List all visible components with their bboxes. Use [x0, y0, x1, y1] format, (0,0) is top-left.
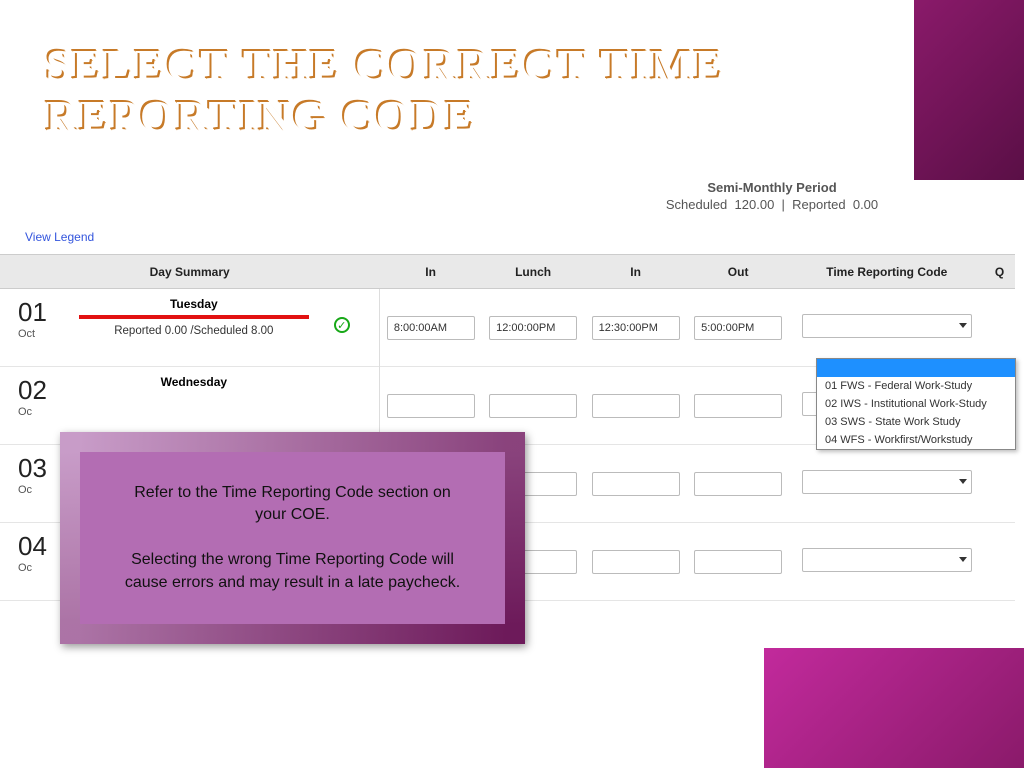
col-lunch: Lunch: [482, 255, 585, 289]
scheduled-value: 120.00: [735, 197, 775, 212]
view-legend-link[interactable]: View Legend: [25, 230, 1024, 244]
slide-decor-bottom: [764, 648, 1024, 768]
day-month: Oct: [18, 328, 58, 340]
out-input[interactable]: [694, 472, 782, 496]
trc-dropdown: 01 FWS - Federal Work-Study 02 IWS - Ins…: [816, 358, 1016, 450]
col-day-summary: Day Summary: [0, 255, 379, 289]
slide-decor-right: [914, 0, 1024, 180]
period-info: Semi-Monthly Period Scheduled 120.00 | R…: [520, 180, 1024, 212]
out-input[interactable]: [694, 316, 782, 340]
out-input[interactable]: [694, 394, 782, 418]
chevron-down-icon: [959, 479, 967, 484]
lunch-input[interactable]: [489, 316, 577, 340]
lunch-input[interactable]: [489, 394, 577, 418]
trc-select[interactable]: [802, 548, 972, 572]
day-number: 01: [18, 297, 58, 328]
col-in2: In: [584, 255, 687, 289]
in1-input[interactable]: [387, 316, 475, 340]
day-month: Oc: [18, 406, 58, 418]
day-cell: 01 Oct Tuesday Reported 0.00 /Scheduled …: [0, 289, 379, 367]
day-number: 03: [18, 453, 58, 484]
callout-text-1: Refer to the Time Reporting Code section…: [122, 482, 463, 527]
callout-box: Refer to the Time Reporting Code section…: [60, 432, 525, 644]
col-trc: Time Reporting Code: [789, 255, 984, 289]
in2-input[interactable]: [592, 472, 680, 496]
reported-value: 0.00: [853, 197, 878, 212]
chevron-down-icon: [959, 323, 967, 328]
day-month: Oc: [18, 484, 58, 496]
col-in1: In: [379, 255, 482, 289]
col-q: Q: [984, 255, 1015, 289]
table-row: 01 Oct Tuesday Reported 0.00 /Scheduled …: [0, 289, 1015, 367]
day-month: Oc: [18, 562, 58, 574]
chevron-down-icon: [959, 557, 967, 562]
dropdown-item[interactable]: 02 IWS - Institutional Work-Study: [817, 395, 1015, 413]
dropdown-selected-blank[interactable]: [817, 359, 1015, 377]
dropdown-item[interactable]: 04 WFS - Workfirst/Workstudy: [817, 431, 1015, 449]
trc-select[interactable]: [802, 470, 972, 494]
day-redbar: [79, 315, 309, 319]
day-reported: Reported 0.00 /Scheduled 8.00: [61, 325, 326, 337]
in1-input[interactable]: [387, 394, 475, 418]
in2-input[interactable]: [592, 550, 680, 574]
reported-label: Reported: [792, 197, 845, 212]
dropdown-item[interactable]: 01 FWS - Federal Work-Study: [817, 377, 1015, 395]
in2-input[interactable]: [592, 394, 680, 418]
callout-text-2: Selecting the wrong Time Reporting Code …: [122, 549, 463, 594]
day-name: Tuesday: [61, 297, 326, 311]
col-out: Out: [687, 255, 790, 289]
scheduled-label: Scheduled: [666, 197, 727, 212]
day-name: Wednesday: [61, 375, 326, 389]
dropdown-item[interactable]: 03 SWS - State Work Study: [817, 413, 1015, 431]
title-line1: SELECT THE CORRECT TIME: [45, 40, 725, 89]
title-line2: REPORTING CODE: [45, 91, 476, 140]
trc-select[interactable]: [802, 314, 972, 338]
out-input[interactable]: [694, 550, 782, 574]
period-title: Semi-Monthly Period: [520, 180, 1024, 195]
slide-title: SELECT THE CORRECT TIME REPORTING CODE: [45, 40, 725, 141]
in2-input[interactable]: [592, 316, 680, 340]
day-number: 02: [18, 375, 58, 406]
day-number: 04: [18, 531, 58, 562]
checkmark-icon: ✓: [334, 317, 350, 333]
